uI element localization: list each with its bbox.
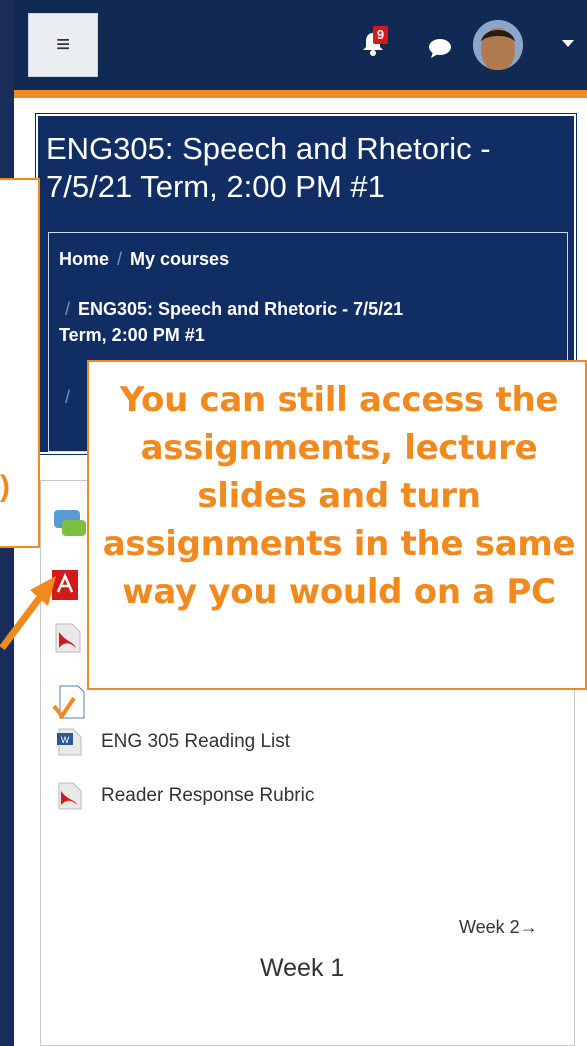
list-item-label: ENG 305 Reading List [101,731,291,752]
assignment-icon[interactable] [52,684,86,720]
word-doc-icon: W [57,728,82,756]
callout-box: You can still access the assignments, le… [87,360,587,690]
breadcrumb-home[interactable]: Home [59,249,109,269]
breadcrumb-course[interactable]: ENG305: Speech and Rhetoric - 7/5/21 [78,299,403,319]
pointer-arrow [0,576,56,650]
breadcrumb-separator: / [117,249,123,269]
next-week-link[interactable]: Week 2→ [459,917,538,938]
list-item-label: Reader Response Rubric [101,785,315,806]
breadcrumb-my-courses[interactable]: My courses [130,249,229,269]
caret-down-icon[interactable] [562,40,574,47]
user-avatar[interactable] [473,20,523,70]
page-title: ENG305: Speech and Rhetoric - 7/5/21 Ter… [46,131,491,204]
hamburger-icon: ≡ [55,31,70,58]
menu-button[interactable]: ≡ [28,13,98,77]
list-item[interactable]: W ENG 305 Reading List [55,727,290,757]
list-item[interactable]: Reader Response Rubric [55,781,314,811]
left-callout-fragment: ) [0,470,10,503]
pdf-icon [58,782,82,810]
breadcrumb-course-line2[interactable]: Term, 2:00 PM #1 [59,325,205,345]
chat-bubble-icon[interactable] [428,38,452,58]
callout-text: You can still access the assignments, le… [102,380,576,612]
section-title: Week 1 [260,954,345,982]
notification-badge: 9 [373,26,388,44]
breadcrumb-separator: / [65,387,71,407]
header-accent-strip [14,90,587,98]
breadcrumb-separator: / [65,299,71,319]
svg-text:W: W [61,735,70,745]
left-callout: ) [0,178,40,548]
forum-icon[interactable] [52,508,88,542]
